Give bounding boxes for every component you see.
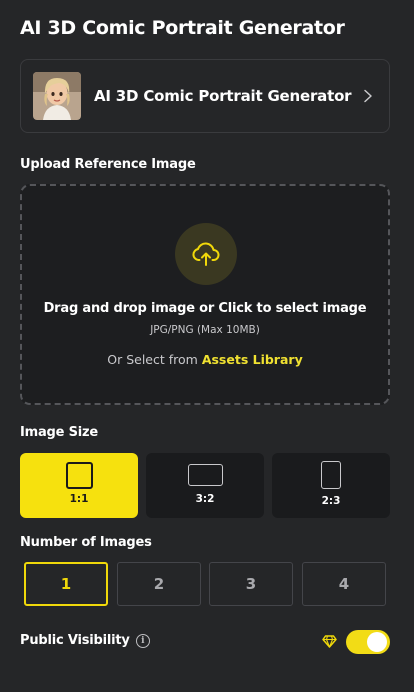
upload-title: Drag and drop image or Click to select i…: [43, 301, 367, 316]
assets-library-link[interactable]: Assets Library: [202, 352, 303, 367]
number-of-images-label: Number of Images: [20, 535, 152, 550]
assets-library-line: Or Select from Assets Library: [22, 352, 388, 367]
image-size-label: Image Size: [20, 425, 99, 440]
public-visibility-label: Public Visibility: [20, 633, 130, 648]
info-icon[interactable]: i: [135, 633, 150, 648]
portrait-ratio-icon: [321, 461, 341, 489]
num-option-2[interactable]: 2: [117, 562, 201, 606]
num-option-1[interactable]: 1: [24, 562, 108, 606]
public-visibility-toggle[interactable]: [346, 630, 390, 654]
upload-dropzone[interactable]: Drag and drop image or Click to select i…: [20, 184, 390, 405]
num-option-3[interactable]: 3: [209, 562, 293, 606]
model-name: AI 3D Comic Portrait Generator: [94, 87, 352, 105]
chevron-right-icon: [364, 89, 372, 103]
landscape-ratio-icon: [188, 464, 223, 486]
size-option-label: 3:2: [195, 493, 215, 505]
upload-format-hint: JPG/PNG (Max 10MB): [150, 324, 260, 336]
size-option-1-1[interactable]: 1:1: [20, 453, 138, 518]
cloud-upload-icon: [192, 242, 220, 266]
size-option-label: 1:1: [69, 493, 89, 505]
upload-icon-circle: [175, 223, 237, 285]
toggle-knob: [367, 632, 387, 652]
size-option-3-2[interactable]: 3:2: [146, 453, 264, 518]
model-selector-card[interactable]: AI 3D Comic Portrait Generator: [20, 59, 390, 133]
upload-section-label: Upload Reference Image: [20, 157, 196, 172]
size-option-label: 2:3: [321, 495, 341, 507]
num-option-4[interactable]: 4: [302, 562, 386, 606]
square-ratio-icon: [66, 462, 93, 489]
public-visibility-row: Public Visibility i: [20, 633, 150, 648]
assets-prefix: Or Select from: [107, 352, 198, 367]
diamond-premium-icon: [322, 635, 337, 648]
model-thumbnail: [33, 72, 81, 120]
size-option-2-3[interactable]: 2:3: [272, 453, 390, 518]
page-title: AI 3D Comic Portrait Generator: [20, 17, 345, 39]
